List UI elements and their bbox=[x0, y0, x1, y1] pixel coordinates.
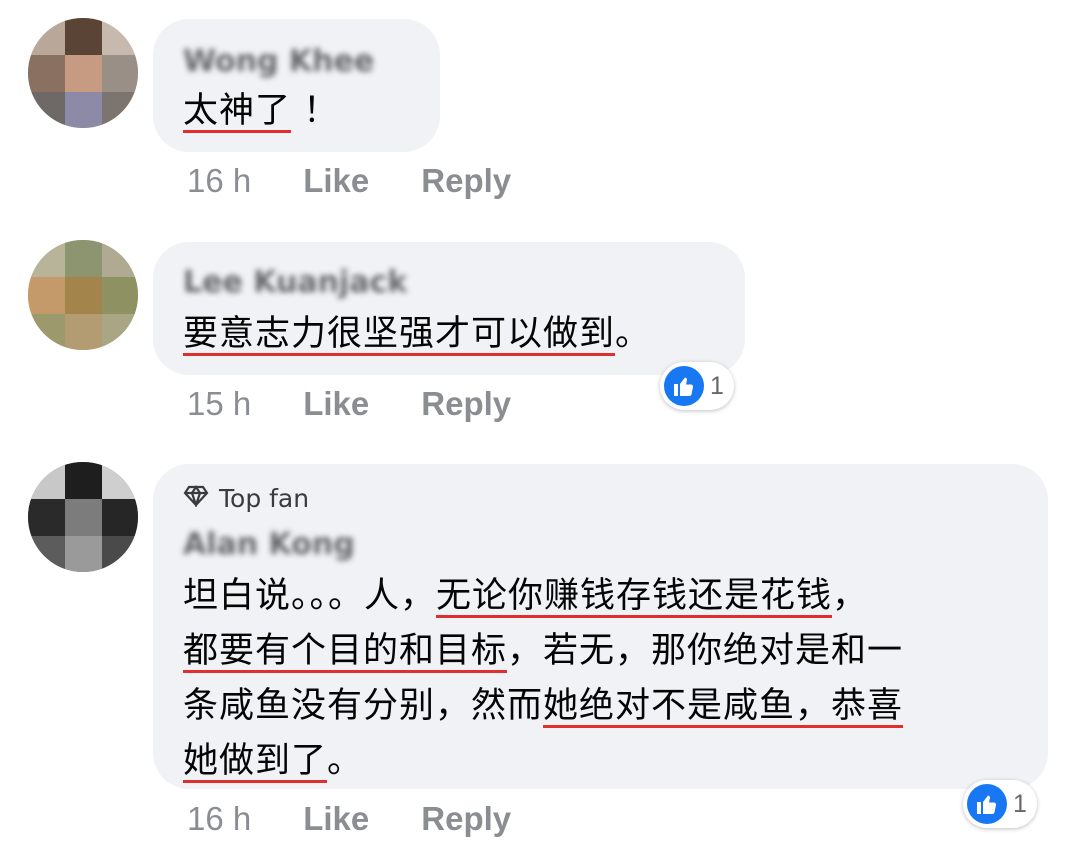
reply-button[interactable]: Reply bbox=[421, 800, 511, 838]
reaction-summary[interactable]: 1 bbox=[660, 362, 734, 410]
badge-label: Top fan bbox=[219, 484, 310, 513]
reply-button[interactable]: Reply bbox=[421, 385, 511, 423]
text-line-3: 条咸鱼没有分别，然而她绝对不是咸鱼，恭喜 bbox=[183, 679, 1033, 734]
reaction-count: 1 bbox=[710, 371, 724, 400]
comment-text-segment: 。 bbox=[615, 314, 652, 354]
author-name[interactable]: Wong Khee bbox=[183, 45, 403, 79]
highlighted-text: 她绝对不是咸鱼，恭喜 bbox=[543, 686, 904, 726]
highlighted-text: 要意志力很坚强才可以做到 bbox=[183, 314, 616, 354]
reply-button[interactable]: Reply bbox=[421, 162, 511, 200]
timestamp[interactable]: 15 h bbox=[187, 385, 251, 423]
author-name[interactable]: Lee Kuanjack bbox=[183, 266, 413, 300]
comment-text: 要意志力很坚强才可以做到。 bbox=[183, 307, 651, 362]
comment-text-segment: ， bbox=[832, 576, 869, 616]
reaction-count: 1 bbox=[1013, 789, 1027, 818]
comment-bubble: Lee Kuanjack 要意志力很坚强才可以做到。 bbox=[153, 242, 745, 375]
avatar[interactable] bbox=[28, 18, 138, 128]
text-line-4: 她做到了。 bbox=[183, 734, 1033, 789]
comment-bubble: Wong Khee 太神了 ！ bbox=[153, 19, 440, 152]
thumbs-up-icon bbox=[664, 366, 704, 406]
comment-actions: 15 h Like Reply bbox=[187, 385, 511, 423]
text-line-1: 坦白说。。。人，无论你赚钱存钱还是花钱， bbox=[183, 569, 1033, 624]
author-name[interactable]: Alan Kong bbox=[183, 528, 358, 562]
like-button[interactable]: Like bbox=[303, 385, 369, 423]
comment-text-segment: 。 bbox=[327, 741, 364, 781]
avatar[interactable] bbox=[28, 240, 138, 350]
comment-actions: 16 h Like Reply bbox=[187, 800, 511, 838]
comment-text: 坦白说。。。人，无论你赚钱存钱还是花钱， 都要有个目的和目标，若无，那你绝对是和… bbox=[183, 569, 1033, 789]
timestamp[interactable]: 16 h bbox=[187, 800, 251, 838]
comment-bubble: Top fan Alan Kong 坦白说。。。人，无论你赚钱存钱还是花钱， 都… bbox=[153, 464, 1048, 789]
top-fan-badge: Top fan bbox=[183, 484, 309, 513]
comment-text-segment: ，若无，那你绝对是和一 bbox=[507, 631, 904, 671]
highlighted-text: 无论你赚钱存钱还是花钱 bbox=[436, 576, 833, 616]
reaction-summary[interactable]: 1 bbox=[963, 780, 1037, 828]
avatar[interactable] bbox=[28, 462, 138, 572]
like-button[interactable]: Like bbox=[303, 162, 369, 200]
diamond-icon bbox=[183, 484, 209, 513]
highlighted-text: 都要有个目的和目标 bbox=[183, 631, 508, 671]
comment-text-segment: 坦白说。。。人， bbox=[183, 576, 437, 616]
highlighted-text: 她做到了 bbox=[183, 741, 328, 781]
comment-text: 太神了 ！ bbox=[183, 84, 339, 139]
thumbs-up-icon bbox=[967, 784, 1007, 824]
like-button[interactable]: Like bbox=[303, 800, 369, 838]
highlighted-text: 太神了 bbox=[183, 91, 292, 131]
timestamp[interactable]: 16 h bbox=[187, 162, 251, 200]
comment-actions: 16 h Like Reply bbox=[187, 162, 511, 200]
comment-text-segment: 条咸鱼没有分别，然而 bbox=[183, 686, 544, 726]
text-line-2: 都要有个目的和目标，若无，那你绝对是和一 bbox=[183, 624, 1033, 679]
comment-text-segment: ！ bbox=[291, 91, 340, 131]
